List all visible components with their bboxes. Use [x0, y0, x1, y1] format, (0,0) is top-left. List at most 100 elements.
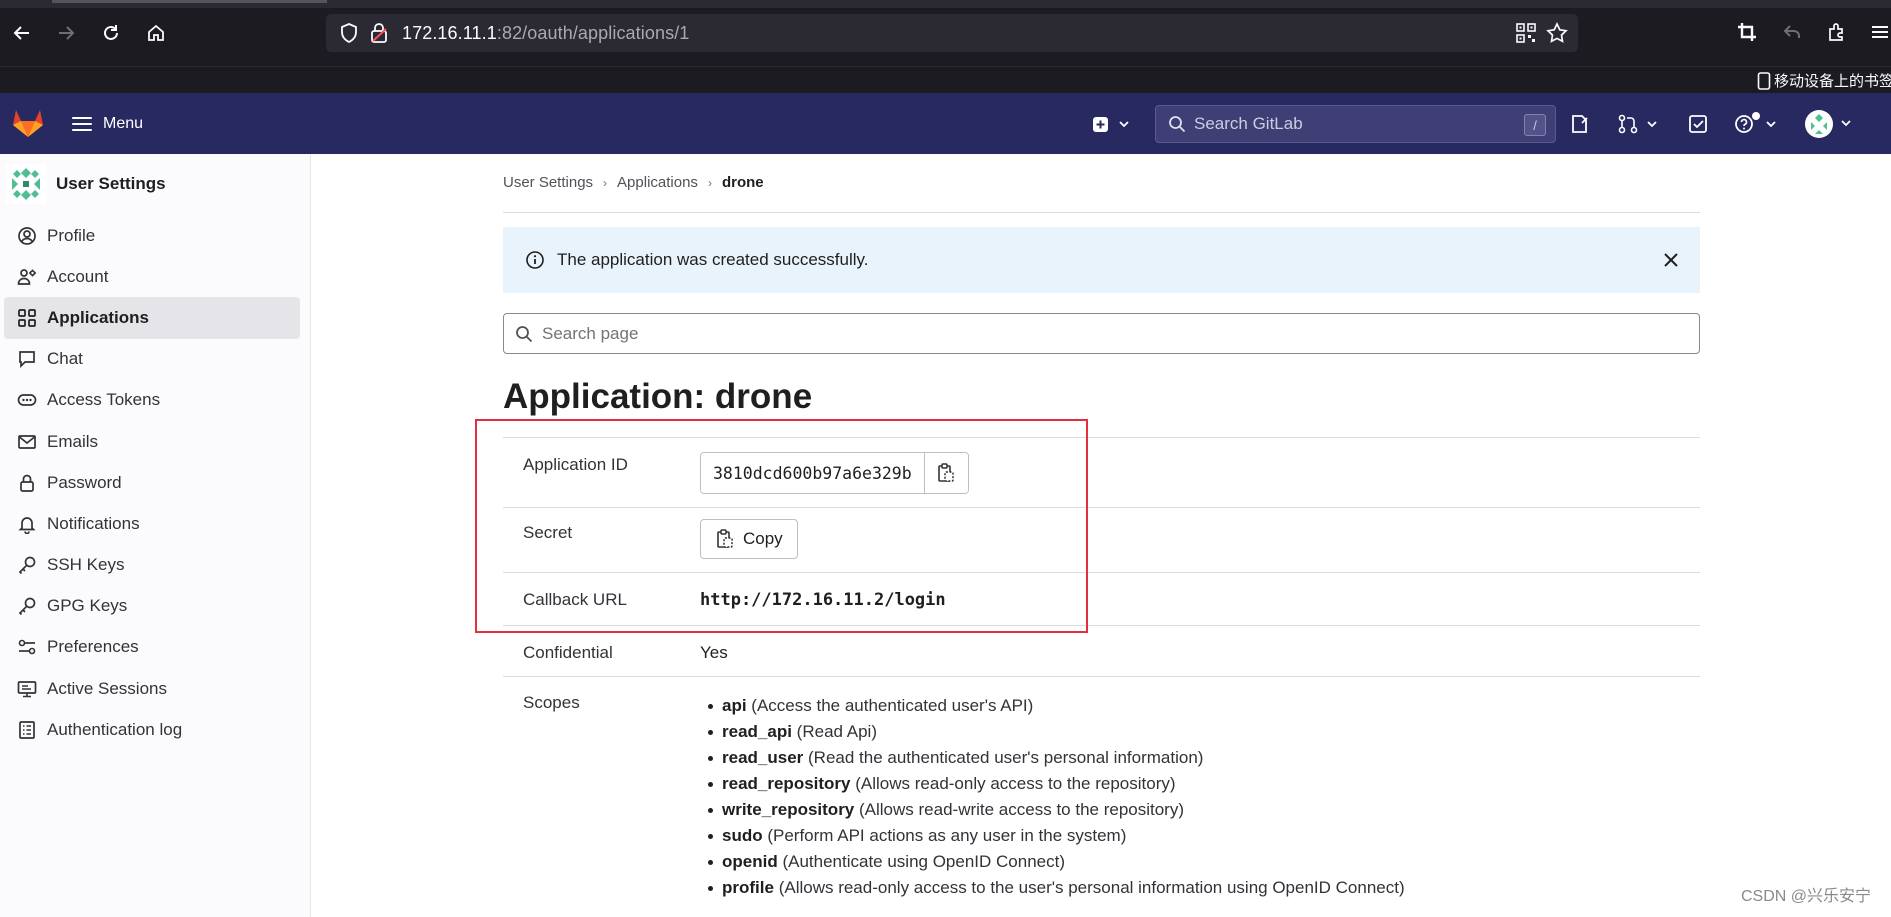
scope-name: profile	[722, 878, 774, 897]
issues-icon[interactable]	[1570, 110, 1590, 138]
list-item: openid (Authenticate using OpenID Connec…	[700, 849, 1700, 875]
sidebar-item-chat[interactable]: Chat	[4, 339, 300, 380]
list-item: profile (Allows read-only access to the …	[700, 875, 1700, 901]
sidebar-item-label: Emails	[47, 431, 99, 451]
applications-icon	[16, 307, 38, 329]
forward-arrow-icon[interactable]	[53, 20, 79, 46]
merge-requests-dropdown[interactable]	[1618, 110, 1660, 138]
confidential-label: Confidential	[503, 625, 700, 677]
mobile-bookmarks-label: 移动设备上的书签	[1774, 73, 1891, 90]
sidebar-item-authentication-log[interactable]: Authentication log	[4, 709, 300, 750]
divider	[503, 212, 1700, 213]
list-item: write_repository (Allows read-write acce…	[700, 797, 1700, 823]
token-icon	[16, 389, 38, 411]
success-alert: The application was created successfully…	[503, 227, 1700, 293]
user-avatar-dropdown[interactable]	[1804, 110, 1852, 138]
back-arrow-icon[interactable]	[9, 20, 35, 46]
list-item: sudo (Perform API actions as any user in…	[700, 823, 1700, 849]
sidebar-item-ssh-keys[interactable]: SSH Keys	[4, 545, 300, 586]
search-icon	[1169, 116, 1186, 133]
bookmarks-bar: 移动设备上的书签	[0, 66, 1891, 93]
address-bar[interactable]: 172.16.11.1:82/oauth/applications/1	[326, 14, 1578, 52]
url-text[interactable]: 172.16.11.1:82/oauth/applications/1	[402, 23, 689, 44]
sidebar-item-label: Notifications	[47, 513, 140, 533]
alert-message: The application was created successfully…	[557, 250, 869, 269]
sidebar-item-label: Profile	[47, 225, 96, 245]
sidebar-item-access-tokens[interactable]: Access Tokens	[4, 380, 300, 421]
close-icon[interactable]	[1662, 251, 1680, 269]
chevron-right-icon: ›	[707, 175, 712, 190]
breadcrumb: User Settings › Applications › drone	[503, 174, 764, 191]
key-icon	[16, 595, 38, 617]
monitor-icon	[16, 678, 38, 700]
avatar	[1805, 110, 1851, 138]
home-icon[interactable]	[143, 20, 169, 46]
scope-description: (Allows read-only access to the reposito…	[855, 774, 1176, 793]
mail-icon	[16, 431, 38, 453]
tab-strip	[0, 0, 1891, 8]
annotation-highlight-box	[475, 419, 1088, 633]
sidebar-item-account[interactable]: Account	[4, 256, 300, 297]
mobile-bookmarks-link[interactable]: 移动设备上的书签	[1757, 70, 1891, 91]
url-path: :82/oauth/applications/1	[496, 22, 690, 43]
scope-description: (Read Api)	[796, 722, 877, 741]
merge-request-icon	[1618, 114, 1657, 134]
scope-name: read_user	[722, 748, 804, 767]
account-icon	[16, 266, 38, 288]
preferences-icon	[16, 636, 38, 658]
sidebar-item-label: GPG Keys	[47, 596, 128, 616]
scope-name: write_repository	[722, 800, 855, 819]
search-shortcut-hint: /	[1524, 114, 1546, 136]
scope-description: (Read the authenticated user's personal …	[808, 748, 1204, 767]
scope-name: sudo	[722, 826, 763, 845]
extensions-icon[interactable]	[1825, 20, 1849, 44]
breadcrumb-current[interactable]: drone	[722, 174, 764, 191]
sidebar-item-active-sessions[interactable]: Active Sessions	[4, 668, 300, 709]
search-page-placeholder: Search page	[542, 323, 639, 343]
sidebar-item-password[interactable]: Password	[4, 462, 300, 503]
sidebar-context-header[interactable]: User Settings	[6, 164, 166, 204]
gitlab-top-bar: Menu Search GitLab /	[0, 93, 1891, 154]
help-dropdown[interactable]	[1733, 110, 1779, 138]
menu-label: Menu	[103, 115, 144, 132]
sidebar-item-preferences[interactable]: Preferences	[4, 627, 300, 668]
search-page-input[interactable]: Search page	[503, 313, 1700, 354]
sidebar-item-applications[interactable]: Applications	[4, 297, 300, 339]
breadcrumb-applications[interactable]: Applications	[617, 174, 698, 191]
menu-button[interactable]: Menu	[72, 110, 143, 138]
sidebar-item-emails[interactable]: Emails	[4, 421, 300, 462]
settings-sidebar: User Settings Profile Account Applicatio…	[0, 154, 311, 917]
sidebar-item-label: Chat	[47, 349, 83, 369]
search-placeholder: Search GitLab	[1194, 114, 1303, 133]
gitlab-logo-icon[interactable]	[11, 106, 45, 140]
qr-code-icon[interactable]	[1516, 23, 1536, 43]
help-question-icon	[1735, 112, 1776, 133]
todo-checkbox-icon[interactable]	[1688, 110, 1708, 138]
sidebar-item-gpg-keys[interactable]: GPG Keys	[4, 586, 300, 627]
reload-icon[interactable]	[98, 20, 124, 46]
new-item-dropdown[interactable]	[1092, 110, 1132, 138]
sidebar-item-notifications[interactable]: Notifications	[4, 503, 300, 544]
undo-arrow-icon[interactable]	[1780, 20, 1804, 44]
scopes-list: api (Access the authenticated user's API…	[700, 693, 1700, 901]
app-menu-icon[interactable]	[1868, 20, 1891, 44]
scope-description: (Allows read-write access to the reposit…	[859, 800, 1185, 819]
user-identicon-avatar	[6, 164, 46, 204]
plus-square-icon	[1093, 117, 1129, 132]
key-icon	[16, 554, 38, 576]
crop-screenshot-icon[interactable]	[1735, 20, 1759, 44]
scopes-label: Scopes	[503, 676, 700, 901]
shield-icon[interactable]	[338, 22, 360, 44]
sidebar-item-label: Authentication log	[47, 719, 183, 739]
watermark: CSDN @兴乐安宁	[1740, 888, 1871, 905]
insecure-lock-icon[interactable]	[368, 22, 390, 44]
list-item: api (Access the authenticated user's API…	[700, 693, 1700, 719]
scope-name: api	[722, 696, 747, 715]
scopes-cell: api (Access the authenticated user's API…	[700, 676, 1700, 901]
breadcrumb-user-settings[interactable]: User Settings	[503, 174, 593, 191]
scope-name: openid	[722, 852, 778, 871]
bookmark-star-icon[interactable]	[1546, 22, 1568, 44]
info-icon	[526, 251, 544, 269]
gitlab-search-input[interactable]: Search GitLab /	[1155, 105, 1556, 143]
sidebar-item-profile[interactable]: Profile	[4, 215, 300, 256]
